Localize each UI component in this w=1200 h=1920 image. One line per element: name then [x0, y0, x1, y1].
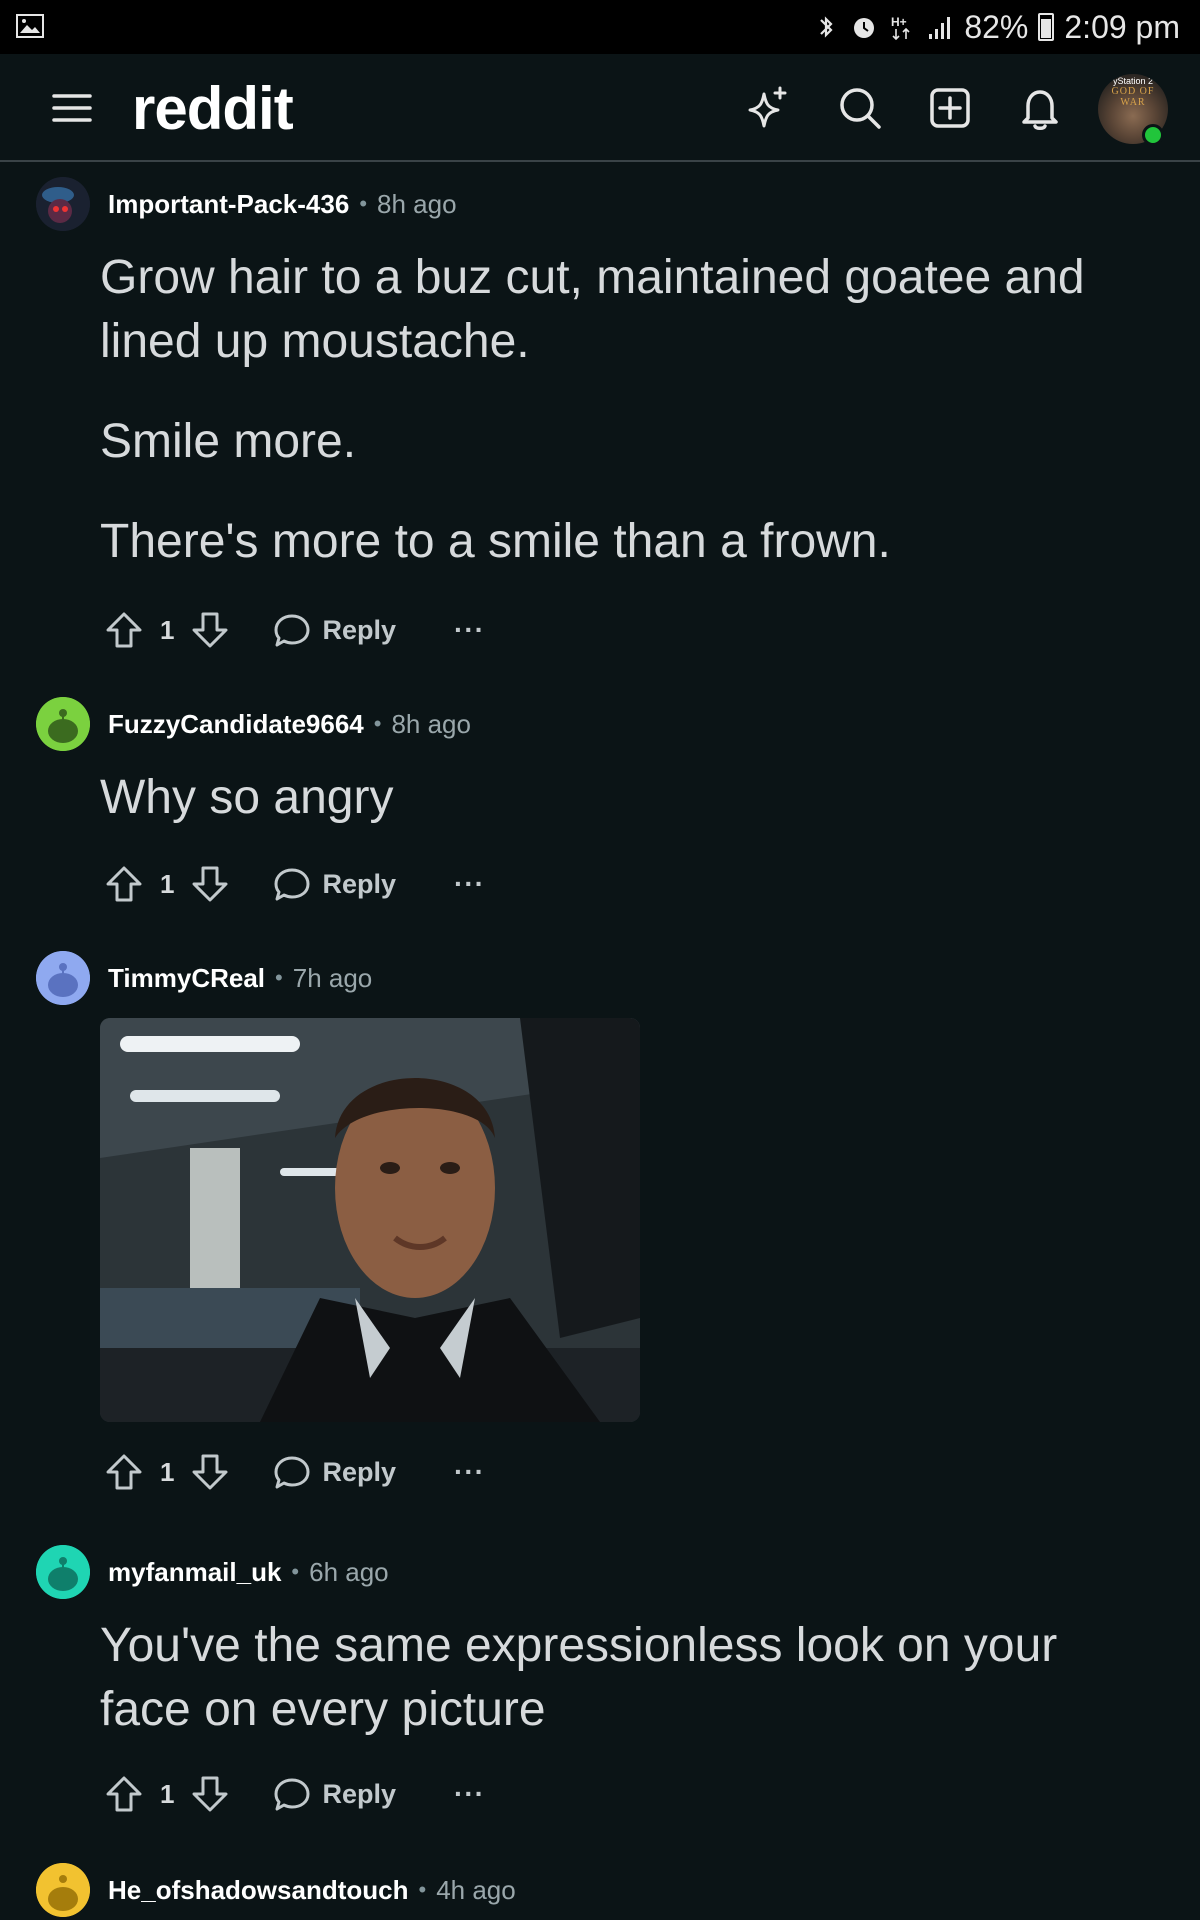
reply-button[interactable]: Reply [272, 864, 396, 904]
reply-button[interactable]: Reply [272, 1452, 396, 1492]
commenter-avatar[interactable] [36, 951, 90, 1005]
vote-score: 1 [160, 614, 175, 645]
snoo-avatar-icon [36, 1545, 90, 1599]
downvote-icon[interactable] [190, 1452, 230, 1492]
downvote-icon[interactable] [190, 610, 230, 650]
vote-score: 1 [160, 1778, 175, 1809]
upvote-icon[interactable] [104, 610, 144, 650]
comment-paragraph: Smile more. [100, 415, 357, 468]
online-status-dot [1142, 124, 1164, 146]
reddit-logo[interactable]: reddit [132, 74, 294, 143]
comment-actions: 1 Reply ··· [104, 856, 485, 912]
comment-username[interactable]: Important-Pack-436 [108, 189, 349, 220]
separator-dot: • [418, 1877, 427, 1902]
app-header: reddit yStation 2 GOD OF WAR [0, 54, 1200, 162]
comment-bubble-icon [274, 868, 310, 901]
search-icon[interactable] [836, 84, 884, 132]
snoo-avatar-icon [36, 177, 90, 231]
separator-dot: • [291, 1559, 300, 1584]
comment-username[interactable]: TimmyCReal [108, 963, 265, 994]
more-options-button[interactable]: ··· [454, 868, 485, 900]
commenter-avatar[interactable] [36, 1863, 90, 1917]
more-options-button[interactable]: ··· [454, 1778, 485, 1810]
comment-bubble-icon [274, 1778, 310, 1811]
more-options-button[interactable]: ··· [454, 1456, 485, 1488]
downvote-icon[interactable] [190, 864, 230, 904]
comment-timestamp: 7h ago [292, 962, 373, 993]
vote-score: 1 [160, 868, 175, 899]
downvote-icon[interactable] [190, 1774, 230, 1814]
comment-timestamp: 6h ago [309, 1556, 389, 1587]
comment-paragraph: Why so angry [100, 771, 394, 824]
comment-bubble-icon [274, 1456, 310, 1489]
commenter-avatar[interactable] [36, 697, 90, 751]
answers-sparkle-icon[interactable] [744, 84, 792, 132]
comment-paragraph: You've the same expressionless look on y… [100, 1619, 1058, 1736]
comment-username[interactable]: myfanmail_uk [108, 1557, 281, 1588]
commenter-avatar[interactable] [36, 177, 90, 231]
commenter-avatar[interactable] [36, 1545, 90, 1599]
svg-text:H+: H+ [891, 15, 907, 29]
snoo-avatar-icon [36, 1863, 90, 1917]
snoo-avatar-icon [36, 951, 90, 1005]
battery-percent: 82% [964, 8, 1029, 45]
comment-timestamp: 8h ago [377, 188, 457, 219]
snoo-avatar-icon [36, 697, 90, 751]
comment-paragraph: Grow hair to a buz cut, maintained goate… [100, 251, 1085, 368]
comment-username[interactable]: He_ofshadowsandtouch [108, 1875, 408, 1906]
separator-dot: • [373, 711, 382, 736]
more-options-button[interactable]: ··· [454, 614, 485, 646]
menu-icon[interactable] [48, 88, 96, 128]
comment-actions: 1 Reply ··· [104, 602, 485, 658]
upvote-icon[interactable] [104, 1452, 144, 1492]
alarm-icon [854, 18, 875, 38]
bluetooth-icon [820, 16, 833, 38]
selfie-photo-illustration [100, 1018, 640, 1422]
comment-bubble-icon [274, 614, 310, 647]
status-bar: H+ 82% 2:09 pm [0, 0, 1200, 54]
comment-username[interactable]: FuzzyCandidate9664 [108, 709, 364, 740]
upvote-icon[interactable] [104, 864, 144, 904]
comment-actions: 1 Reply ··· [104, 1444, 485, 1500]
upvote-icon[interactable] [104, 1774, 144, 1814]
data-activity-icon: H+ [891, 15, 910, 41]
comment-paragraph: There's more to a smile than a frown. [100, 515, 891, 568]
create-post-icon[interactable] [926, 84, 974, 132]
comment-body: Why so angry [100, 766, 1160, 866]
reply-button[interactable]: Reply [272, 610, 396, 650]
signal-icon [929, 17, 951, 39]
comment-body: Grow hair to a buz cut, maintained goate… [100, 246, 1160, 610]
reply-button[interactable]: Reply [272, 1774, 396, 1814]
notifications-bell-icon[interactable] [1016, 84, 1064, 132]
comment-image[interactable] [100, 1018, 640, 1422]
separator-dot: • [275, 965, 283, 990]
comment-actions: 1 Reply ··· [104, 1766, 485, 1822]
vote-score: 1 [160, 1456, 175, 1487]
separator-dot: • [359, 191, 368, 216]
battery-icon [1038, 13, 1055, 41]
gallery-icon [16, 14, 44, 38]
comment-body: You've the same expressionless look on y… [100, 1614, 1160, 1778]
clock: 2:09 pm [1064, 8, 1180, 45]
comment-timestamp: 4h ago [436, 1874, 516, 1905]
comment-timestamp: 8h ago [391, 708, 471, 739]
